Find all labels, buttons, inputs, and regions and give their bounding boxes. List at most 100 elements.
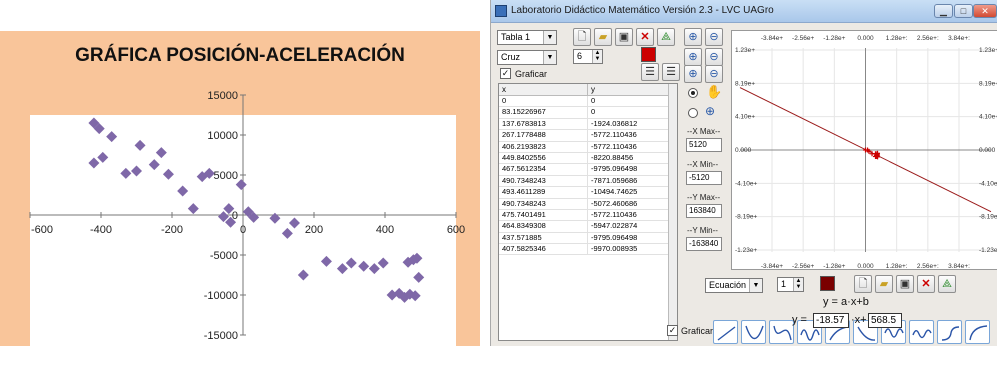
table-row[interactable]: 467.5612354 -9795.096498 bbox=[499, 164, 677, 176]
coefficient-a-input[interactable]: -18.57 bbox=[813, 313, 849, 328]
delete-x-icon: ✕ bbox=[921, 278, 931, 290]
chevron-down-icon: ▼ bbox=[749, 279, 762, 292]
cell-x: 449.8402556 bbox=[499, 152, 588, 164]
maximize-button[interactable]: □ bbox=[954, 4, 973, 18]
zoom-out-button[interactable]: ⊖ bbox=[705, 28, 723, 46]
save-icon: ▣ bbox=[899, 278, 911, 290]
y-max-label: --Y Max-- bbox=[687, 193, 721, 202]
data-point bbox=[88, 157, 100, 169]
polygon-icon: ⟁ bbox=[942, 278, 952, 290]
zoom-region-icon[interactable]: ⊕ bbox=[705, 104, 715, 118]
minimize-button[interactable]: ▁ bbox=[934, 4, 953, 18]
eq-new-button[interactable]: 🗋 bbox=[854, 275, 872, 293]
cell-x: 137.6783813 bbox=[499, 118, 588, 130]
equation-general-form: y = a·x+b bbox=[823, 296, 869, 308]
curve-type-button[interactable] bbox=[965, 320, 990, 344]
cell-y: -10494.74625 bbox=[588, 187, 677, 198]
y-min-input[interactable]: -163840 bbox=[686, 237, 722, 251]
new-file-button[interactable]: 🗋 bbox=[573, 28, 591, 46]
zoom-y-in-button[interactable]: ⊕ bbox=[684, 65, 702, 83]
data-table[interactable]: x y 0 0 83.15226967 0 137.6783813 -1924.03681… bbox=[498, 83, 678, 341]
table-row[interactable]: 00 bbox=[499, 96, 677, 108]
marker-color-swatch[interactable] bbox=[641, 47, 656, 62]
polygon-button[interactable]: ⟁ bbox=[657, 28, 675, 46]
curve-type-button[interactable] bbox=[713, 320, 738, 344]
equation-select-value: Ecuación 1 bbox=[709, 280, 754, 290]
x-tick-label: -400 bbox=[90, 224, 112, 236]
table-row[interactable]: 406.2193823 -5772.110436 bbox=[499, 141, 677, 153]
save-icon: ▣ bbox=[618, 31, 630, 43]
curve-type-button[interactable] bbox=[937, 320, 962, 344]
save-button[interactable]: ▣ bbox=[615, 28, 633, 46]
eq-polygon-button[interactable]: ⟁ bbox=[938, 275, 956, 293]
zoom-in-icon: ⊕ bbox=[688, 68, 698, 80]
x-min-input[interactable]: -5120 bbox=[686, 171, 722, 185]
graph-y-label-right: 4.10e+ bbox=[979, 114, 997, 121]
curve-type-button[interactable] bbox=[769, 320, 794, 344]
table-row[interactable]: 490.7348243 -7871.059686 bbox=[499, 175, 677, 188]
graph-y-label-left: 0.000 bbox=[735, 147, 752, 154]
align-left-button[interactable]: ☰ bbox=[641, 63, 659, 81]
graph-x-label-top: 2.56e+: bbox=[917, 35, 939, 42]
marker-select[interactable]: Cruz ▼ bbox=[497, 50, 557, 65]
column-header-y: y bbox=[588, 84, 677, 95]
graph-points-checkbox[interactable]: ✓ bbox=[500, 68, 511, 79]
graph-y-label-right: -8.19e+ bbox=[979, 214, 997, 221]
graph-equation-checkbox[interactable]: ✓ bbox=[667, 325, 678, 336]
table-row[interactable]: 449.8402556 -8220.88456 bbox=[499, 152, 677, 165]
zoom-mode-radio[interactable] bbox=[688, 108, 698, 118]
zoom-x-in-button[interactable]: ⊕ bbox=[684, 48, 702, 66]
zoom-out-icon: ⊖ bbox=[709, 51, 719, 63]
select-mode-radio[interactable] bbox=[688, 88, 698, 98]
eq-delete-button[interactable]: ✕ bbox=[917, 275, 935, 293]
x-tick-label: 200 bbox=[305, 224, 323, 236]
table-row[interactable]: 490.7348243 -5072.460686 bbox=[499, 198, 677, 210]
column-header-x: x bbox=[499, 84, 588, 95]
table-select[interactable]: Tabla 1 ▼ bbox=[497, 30, 557, 45]
cell-x: 0 bbox=[499, 96, 588, 107]
delete-button[interactable]: ✕ bbox=[636, 28, 654, 46]
title-bar: Laboratorio Didáctico Matemático Versión… bbox=[491, 0, 997, 23]
close-button[interactable]: ✕ bbox=[973, 4, 997, 18]
hand-pan-icon[interactable]: ✋ bbox=[706, 84, 722, 100]
marker-size-spinner[interactable]: 6 ▲ ▼ bbox=[573, 49, 603, 64]
table-row[interactable]: 493.4611289 -10494.74625 bbox=[499, 187, 677, 199]
cell-y: -5772.110436 bbox=[588, 141, 677, 152]
table-row[interactable]: 83.15226967 0 bbox=[499, 107, 677, 119]
equation-color-swatch[interactable] bbox=[820, 276, 835, 291]
align-icon: ☰ bbox=[645, 66, 655, 78]
table-row[interactable]: 267.1778488 -5772.110436 bbox=[499, 130, 677, 142]
table-row[interactable]: 137.6783813 -1924.036812 bbox=[499, 118, 677, 131]
curve-type-button[interactable] bbox=[741, 320, 766, 344]
cell-y: -5772.110436 bbox=[588, 209, 677, 221]
equation-size-spinner[interactable]: 1 ▲ ▼ bbox=[777, 277, 804, 292]
table-row[interactable]: 407.5825346 -9970.008935 bbox=[499, 244, 677, 256]
data-point bbox=[297, 269, 309, 281]
graph-y-label-right: 8.19e+ bbox=[979, 80, 997, 87]
x-max-input[interactable]: 5120 bbox=[686, 138, 722, 152]
table-row[interactable]: 475.7401491 -5772.110436 bbox=[499, 209, 677, 222]
excel-chart-panel: GRÁFICA POSICIÓN-ACELERACIÓN -600 -400 -20… bbox=[0, 31, 480, 373]
cell-y: 0 bbox=[588, 96, 677, 107]
align-right-button[interactable]: ☰ bbox=[662, 63, 680, 81]
table-row[interactable]: 464.8349308 -5947.022874 bbox=[499, 221, 677, 233]
data-point bbox=[134, 139, 146, 151]
eq-save-button[interactable]: ▣ bbox=[896, 275, 914, 293]
graph-canvas[interactable]: -3.84e+ -2.56e+ -1.28e+ 0.000 1.28e+: 2.56e+:… bbox=[731, 30, 997, 270]
table-row[interactable]: 437.571885 -9795.096498 bbox=[499, 232, 677, 245]
y-tick-label: 10000 bbox=[207, 130, 238, 142]
graph-y-label-right: 0.000 bbox=[979, 147, 996, 154]
equation-select[interactable]: Ecuación 1 ▼ bbox=[705, 278, 763, 293]
zoom-in-button[interactable]: ⊕ bbox=[684, 28, 702, 46]
zoom-x-out-button[interactable]: ⊖ bbox=[705, 48, 723, 66]
coefficient-b-input[interactable]: 568.5 bbox=[868, 313, 902, 328]
y-max-input[interactable]: 163840 bbox=[686, 204, 722, 218]
table-scrollbar[interactable] bbox=[668, 84, 677, 340]
curve-type-button[interactable] bbox=[909, 320, 934, 344]
zoom-y-out-button[interactable]: ⊖ bbox=[705, 65, 723, 83]
eq-open-button[interactable]: ▰ bbox=[875, 275, 893, 293]
cell-x: 464.8349308 bbox=[499, 221, 588, 232]
cell-x: 475.7401491 bbox=[499, 209, 588, 221]
open-folder-button[interactable]: ▰ bbox=[594, 28, 612, 46]
cell-x: 407.5825346 bbox=[499, 244, 588, 255]
